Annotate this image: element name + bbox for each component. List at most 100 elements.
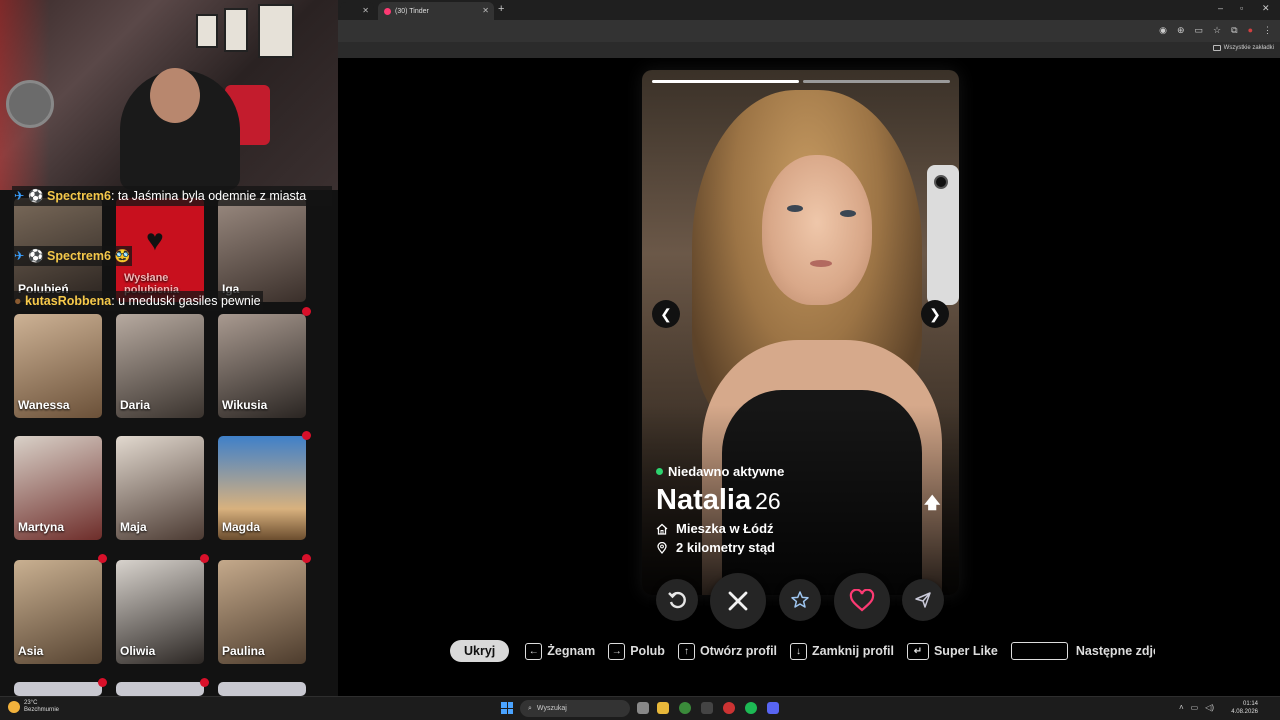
minimize-button[interactable]: – [1218,3,1223,13]
chat-text: : u meduski gasiles pewnie [111,294,261,308]
previous-photo-button[interactable]: ❮ [652,300,680,328]
profile-card[interactable]: Paulina [218,560,306,664]
spacebar-key-icon [1010,642,1068,660]
nope-button[interactable] [710,573,766,629]
profile-card[interactable]: Maja [116,436,204,540]
profile-card[interactable]: Wikusia [218,314,306,418]
chat-message: ✈ ⚽ Spectrem6: ta Jaśmina byla odemnie z… [12,186,332,206]
star-icon [791,591,809,608]
profile-card[interactable] [218,682,306,696]
close-icon [728,591,748,611]
file-explorer-icon[interactable] [657,702,669,714]
profile-card[interactable]: Asia [14,560,102,664]
app-icon[interactable] [701,702,713,714]
hint-open: ↑ Otwórz profil [677,642,778,660]
like-button[interactable] [834,573,890,629]
cast-icon[interactable]: ▭ [1195,25,1204,36]
tab-previous[interactable]: ✕ [340,2,374,20]
search-icon: ⌕ [528,704,532,712]
enter-key-icon: ↵ [906,642,929,660]
clock-date: 4.08.2026 [1231,709,1258,715]
online-dot-icon [656,468,663,475]
folder-icon [1212,45,1221,51]
discord-icon[interactable] [767,702,779,714]
profile-card[interactable]: Martyna [14,436,102,540]
fan-image [6,80,54,128]
open-profile-arrow-icon[interactable]: 🡅 [924,492,940,519]
new-badge-dot [302,431,311,440]
heart-icon [849,589,875,612]
profile-card[interactable] [14,682,102,696]
new-tab-button[interactable]: + [498,3,504,15]
card-name: Wanessa [18,398,70,412]
keyboard-hints-bar: Ukryj ← Żegnam → Polub ↑ Otwórz profil ↓… [450,638,1155,664]
distance-text: 2 kilometry stąd [676,540,775,555]
weather-desc: Bezchmurnie [24,707,60,713]
activity-text: Niedawno aktywne [668,464,785,479]
taskbar-clock[interactable]: 01:14 4.08.2026 [1231,700,1258,716]
profile-card[interactable]: Wanessa [14,314,102,418]
all-bookmarks[interactable]: Wszystkie zakładki [1212,45,1274,51]
badge-icon: ⚽ [27,189,44,203]
webcam-feed [0,0,338,190]
chevron-up-icon[interactable]: ˄ [1179,703,1184,712]
profile-card-main[interactable]: ❮ ❯ Niedawno aktywne Natalia 26 Mieszka w… [642,70,959,595]
weather-widget[interactable]: 23°C Bezchmurnie [8,700,59,714]
rewind-button[interactable] [656,579,698,621]
menu-icon[interactable]: ⋮ [1263,25,1272,36]
age-text: 26 [755,488,781,514]
next-photo-button[interactable]: ❯ [921,300,949,328]
profile-distance: 2 kilometry stąd [656,540,775,555]
profile-card[interactable]: Oliwia [116,560,204,664]
heart-icon: ♥ [146,224,164,257]
volume-icon[interactable]: ◁) [1205,703,1214,712]
card-name: Martyna [18,520,65,534]
card-name: Paulina [222,644,265,658]
profile-card[interactable]: Daria [116,314,204,418]
taskbar-search[interactable]: ⌕ Wyszukaj [520,700,630,717]
start-button[interactable] [501,702,513,714]
tab-label: (30) Tinder [395,7,429,15]
tinder-favicon-icon [384,7,391,15]
new-badge-dot [98,678,107,687]
hint-next-photo: Następne zdjęcie [1010,642,1155,660]
profile-card[interactable]: Magda [218,436,306,540]
activity-status: Niedawno aktywne [656,464,784,479]
badge-icon: ✈ [14,189,25,203]
hint-superlike: ↵ Super Like [906,642,998,660]
chat-message: ✈ ⚽ Spectrem6 🥸 [12,246,133,266]
windows-taskbar: 23°C Bezchmurnie ⌕ Wyszukaj ˄ ▭ ◁) 01:14… [0,696,1280,720]
chrome-icon[interactable] [679,702,691,714]
tab-tinder[interactable]: (30) Tinder ✕ [378,2,494,20]
zoom-icon[interactable]: ⊕ [1177,25,1185,36]
obs-icon[interactable] [723,702,735,714]
home-icon [656,523,668,535]
new-badge-dot [302,554,311,563]
extensions-icon[interactable]: ⧉ [1231,25,1237,36]
profile-icon[interactable]: ● [1248,25,1253,36]
chat-username: Spectrem6 [47,249,111,263]
location-pin-icon [657,541,667,554]
photo-progress-next [803,80,950,83]
badge-icon: ● [14,294,22,308]
hide-hints-button[interactable]: Ukryj [450,640,510,662]
card-name: Asia [18,644,44,658]
spotify-icon[interactable] [745,702,757,714]
boost-button[interactable] [902,579,944,621]
arrow-right-key-icon: → [608,642,626,660]
residence-text: Mieszka w Łódź [676,521,774,536]
maximize-button[interactable]: ▫ [1240,3,1243,13]
profile-card[interactable]: Iga [218,198,306,302]
network-icon[interactable]: ▭ [1191,703,1199,712]
location-icon[interactable]: ◉ [1159,25,1167,36]
close-window-button[interactable]: ✕ [1262,3,1270,14]
profile-card[interactable] [116,682,204,696]
close-tab-icon[interactable]: ✕ [482,6,489,15]
bookmark-star-icon[interactable]: ☆ [1213,25,1221,36]
task-view-icon[interactable] [637,702,649,714]
close-tab-icon[interactable]: ✕ [362,6,369,15]
new-badge-dot [200,678,209,687]
super-like-button[interactable] [779,579,821,621]
hint-open-label: Otwórz profil [699,644,778,658]
name-text: Natalia [656,484,752,516]
